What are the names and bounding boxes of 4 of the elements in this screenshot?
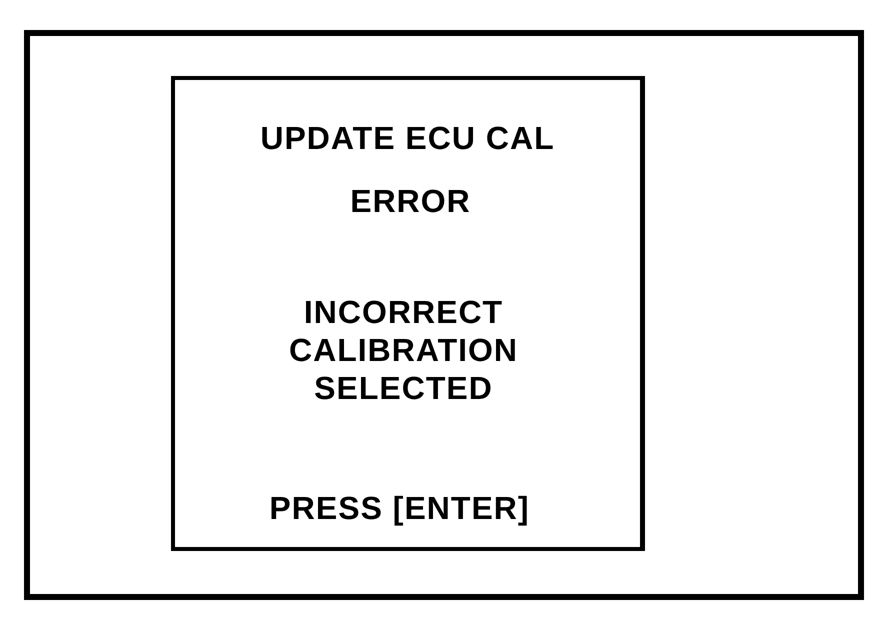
screen-title: UPDATE ECU CAL (260, 122, 555, 154)
error-message: INCORRECT CALIBRATION SELECTED (288, 293, 518, 407)
enter-prompt: PRESS [ENTER] (269, 492, 530, 524)
error-label: ERROR (350, 185, 471, 217)
